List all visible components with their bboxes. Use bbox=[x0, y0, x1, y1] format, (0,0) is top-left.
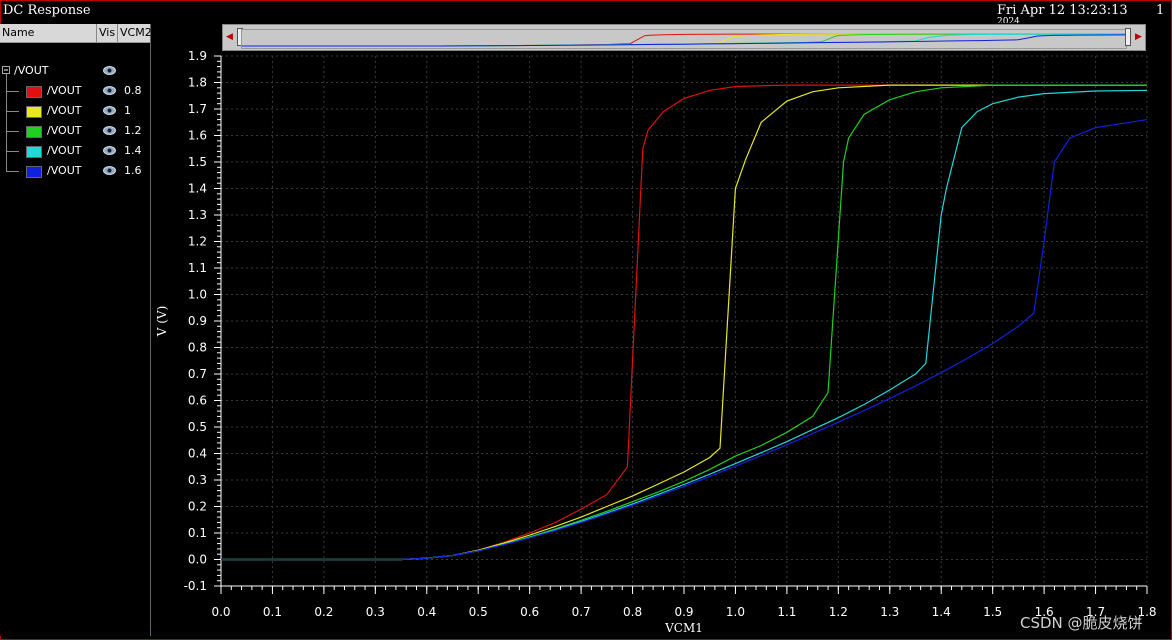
x-tick-label: 1.0 bbox=[726, 605, 745, 619]
y-tick-label: 0.5 bbox=[188, 420, 207, 434]
x-tick-label: 0.5 bbox=[469, 605, 488, 619]
x-axis-title: VCM1 bbox=[664, 621, 703, 635]
grid bbox=[220, 55, 1148, 587]
y-tick-label: 0.9 bbox=[188, 314, 207, 328]
x-tick-label: 1.1 bbox=[777, 605, 796, 619]
axes: -0.1 0.0 0.1 0.2 0.3 0.4 0.5 0.6 0.7 0.8 0.9 1.0 1.1… bbox=[184, 49, 1157, 619]
y-tick-label: -0.1 bbox=[184, 579, 207, 593]
y-tick-label: 1.5 bbox=[188, 155, 207, 169]
y-tick-label: 1.3 bbox=[188, 208, 207, 222]
chart[interactable]: -0.1 0.0 0.1 0.2 0.3 0.4 0.5 0.6 0.7 0.8 0.9 1.0 1.1… bbox=[0, 0, 1172, 640]
x-tick-label: 0.4 bbox=[417, 605, 436, 619]
x-tick-label: 1.3 bbox=[880, 605, 899, 619]
x-tick-label: 1.2 bbox=[829, 605, 848, 619]
x-tick-label: 0.2 bbox=[314, 605, 333, 619]
y-tick-label: 0.0 bbox=[188, 553, 207, 567]
x-tick-label: 0.3 bbox=[366, 605, 385, 619]
y-tick-label: 1.9 bbox=[188, 49, 207, 63]
y-tick-label: 0.8 bbox=[188, 341, 207, 355]
y-tick-label: 0.1 bbox=[188, 526, 207, 540]
x-tick-label: 1.4 bbox=[932, 605, 951, 619]
y-axis-title: V (V) bbox=[155, 306, 169, 338]
x-tick-label: 0.1 bbox=[263, 605, 282, 619]
y-tick-label: 0.2 bbox=[188, 500, 207, 514]
y-tick-label: 0.3 bbox=[188, 473, 207, 487]
x-tick-label: 0.9 bbox=[674, 605, 693, 619]
x-tick-label: 0.7 bbox=[572, 605, 591, 619]
y-tick-label: 0.7 bbox=[188, 367, 207, 381]
series-line-4[interactable] bbox=[221, 119, 1148, 561]
watermark: CSDN @脆皮烧饼 bbox=[1020, 614, 1143, 632]
y-tick-label: 1.8 bbox=[188, 76, 207, 90]
y-tick-label: 1.0 bbox=[188, 288, 207, 302]
x-tick-label: 0.6 bbox=[520, 605, 539, 619]
y-tick-label: 1.4 bbox=[188, 182, 207, 196]
y-tick-label: 1.2 bbox=[188, 235, 207, 249]
x-tick-label: 1.5 bbox=[983, 605, 1002, 619]
x-tick-label: 0.8 bbox=[623, 605, 642, 619]
y-tick-label: 1.7 bbox=[188, 102, 207, 116]
x-tick-label: 0.0 bbox=[211, 605, 230, 619]
y-tick-label: 0.6 bbox=[188, 394, 207, 408]
y-tick-label: 0.4 bbox=[188, 447, 207, 461]
y-tick-label: 1.1 bbox=[188, 261, 207, 275]
series-line-3[interactable] bbox=[221, 89, 1148, 561]
y-tick-label: 1.6 bbox=[188, 129, 207, 143]
